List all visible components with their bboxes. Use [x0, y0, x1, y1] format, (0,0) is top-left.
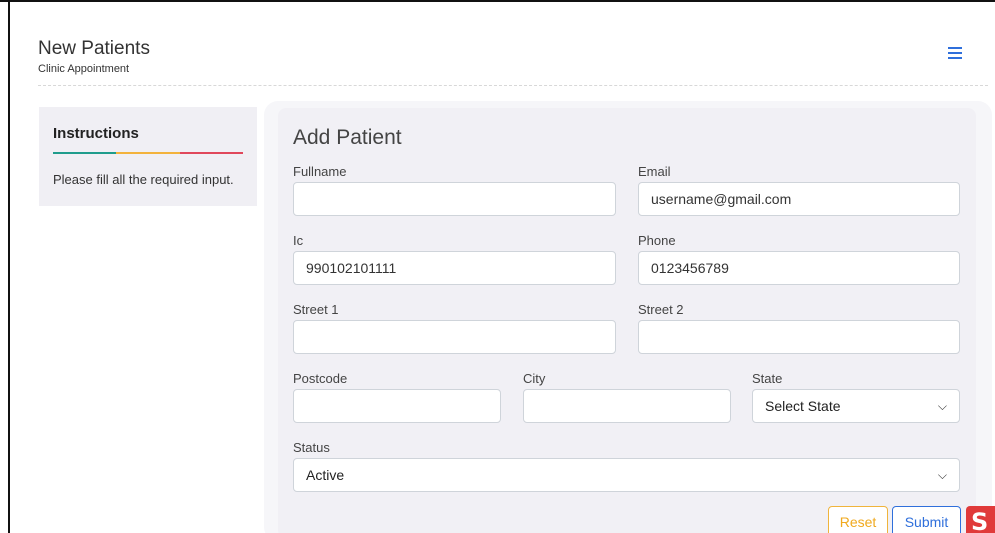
state-label: State	[752, 371, 783, 386]
phone-input[interactable]: 0123456789	[638, 251, 960, 285]
header-divider	[38, 85, 988, 86]
window-top-border	[0, 0, 995, 2]
state-select-value: Select State	[765, 398, 841, 414]
city-label: City	[523, 371, 546, 386]
street1-input[interactable]	[293, 320, 616, 354]
instructions-text: Please fill all the required input.	[53, 172, 234, 187]
chevron-down-icon: ⌵	[937, 399, 947, 413]
email-label: Email	[638, 164, 671, 179]
fullname-label: Fullname	[293, 164, 347, 179]
window-left-border	[8, 0, 10, 533]
hamburger-icon[interactable]	[948, 47, 962, 59]
page-title: New Patients	[38, 38, 150, 59]
form-title: Add Patient	[293, 126, 402, 149]
instructions-divider	[53, 152, 243, 154]
chevron-down-icon: ⌵	[937, 468, 947, 482]
street1-label: Street 1	[293, 302, 339, 317]
instructions-title: Instructions	[53, 125, 139, 142]
ic-label: Ic	[293, 233, 304, 248]
state-select[interactable]: Select State ⌵	[752, 389, 960, 423]
street2-label: Street 2	[638, 302, 684, 317]
status-select-value: Active	[306, 467, 345, 483]
postcode-label: Postcode	[293, 371, 348, 386]
city-input[interactable]	[523, 389, 731, 423]
instructions-panel: Instructions Please fill all the require…	[39, 107, 257, 206]
submit-button[interactable]: Submit	[892, 506, 961, 533]
postcode-input[interactable]	[293, 389, 501, 423]
status-label: Status	[293, 440, 330, 455]
page-subtitle: Clinic Appointment	[38, 63, 130, 75]
phone-label: Phone	[638, 233, 676, 248]
ic-input[interactable]: 990102101111	[293, 251, 616, 285]
fullname-input[interactable]	[293, 182, 616, 216]
status-select[interactable]: Active ⌵	[293, 458, 960, 492]
street2-input[interactable]	[638, 320, 960, 354]
email-input[interactable]: username@gmail.com	[638, 182, 960, 216]
app-logo-icon[interactable]: S	[966, 506, 995, 533]
reset-button[interactable]: Reset	[828, 506, 888, 533]
page-header: New Patients Clinic Appointment	[38, 38, 150, 75]
